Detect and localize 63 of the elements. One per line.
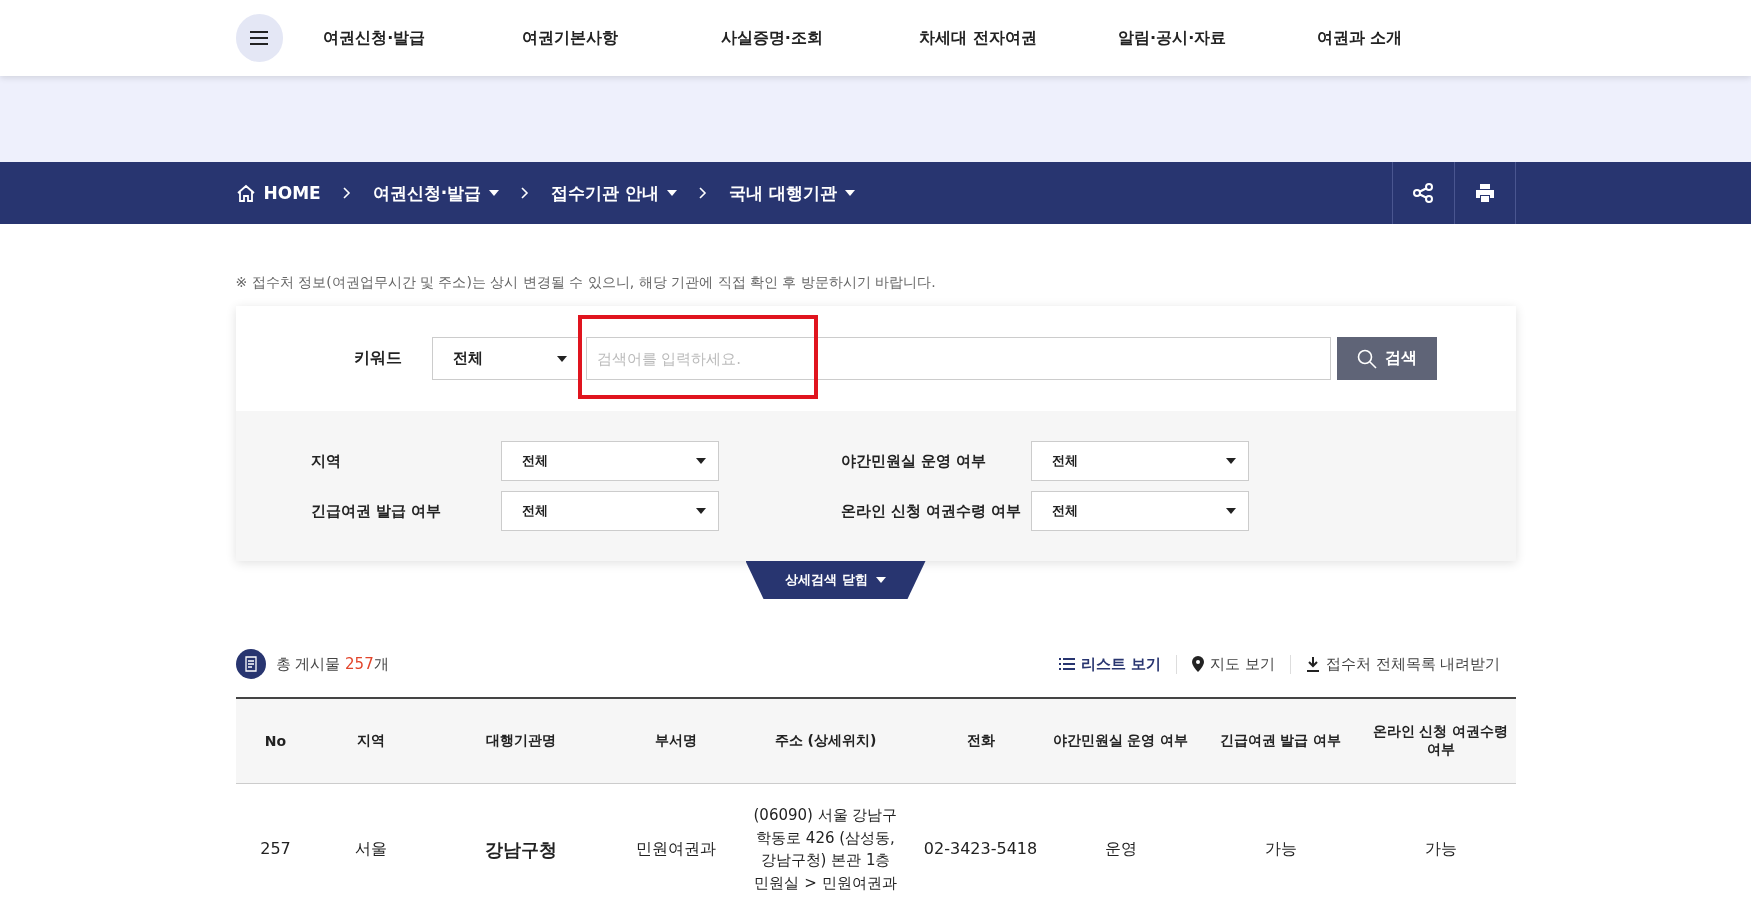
detail-search-toggle[interactable]: 상세검색 닫힘 [745, 561, 926, 599]
filter-label: 지역 [310, 451, 342, 471]
search-field[interactable]: 검색어를 입력하세요. [585, 337, 1331, 380]
table-cell: 257 [235, 783, 316, 911]
map-pin-icon [1192, 656, 1205, 672]
nav-link[interactable]: 여권과 소개 [1316, 27, 1516, 49]
share-icon [1412, 182, 1434, 204]
document-icon [235, 649, 266, 679]
chevron-icon [342, 187, 351, 199]
table-cell: 운영 [1045, 783, 1196, 911]
column-header: 야간민원실 운영 여부 [1045, 698, 1196, 784]
search-icon [1356, 348, 1377, 369]
view-link[interactable]: 리스트 보기 [1043, 654, 1177, 674]
table-cell: 강남구청 [425, 783, 616, 911]
filter-dropdown[interactable]: 전체 [1030, 491, 1249, 531]
filter-dropdown[interactable]: 전체 [1030, 441, 1249, 481]
list-icon [1058, 658, 1075, 670]
view-link[interactable]: 지도 보기 [1176, 654, 1290, 674]
breadcrumb-link[interactable]: 국내 대행기관 [729, 181, 856, 205]
home-icon [235, 184, 256, 202]
breadcrumb-link[interactable]: 접수기관 안내 [551, 181, 678, 205]
notice-text: ※ 접수처 정보(여권업무시간 및 주소)는 상시 변경될 수 있으니, 해당 기관에 직접 확인 후 방문하시기 바랍니다. [235, 274, 937, 292]
table-cell: (06090) 서울 강남구 학동로 426 (삼성동, 강남구청) 본관 1층 민원실 > 민원여권과 [735, 783, 916, 911]
scope-dropdown[interactable]: 전체 [431, 337, 580, 380]
filter-label: 온라인 신청 여권수령 여부 [840, 501, 1023, 521]
printer-icon [1473, 182, 1496, 204]
breadcrumb-link[interactable]: HOME [235, 183, 321, 203]
breadcrumb-link[interactable]: 여권신청·발급 [372, 181, 500, 205]
table-cell: 민원여권과 [615, 783, 736, 911]
nav-link[interactable]: 차세대 전자여권 [919, 27, 1119, 49]
nav-link[interactable]: 알림·공시·자료 [1118, 27, 1317, 49]
column-header: 대행기관명 [425, 698, 616, 784]
filter-label: 야간민원실 운영 여부 [840, 451, 987, 471]
nav-link[interactable]: 사실증명·조회 [720, 27, 920, 49]
print-button[interactable] [1453, 162, 1516, 224]
column-header: 지역 [315, 698, 426, 784]
post-count: 총 게시물 257개 [275, 654, 389, 674]
caret-icon [845, 190, 856, 196]
menu-button[interactable] [235, 14, 284, 62]
caret-icon [489, 190, 500, 196]
column-header: 부서명 [615, 698, 736, 784]
search-button[interactable]: 검색 [1336, 337, 1437, 380]
column-header: 긴급여권 발급 여부 [1195, 698, 1366, 784]
column-header: No [235, 698, 316, 784]
download-icon [1305, 656, 1320, 672]
chevron-icon [521, 187, 530, 199]
nav-link[interactable]: 여권신청·발급 [323, 27, 522, 49]
filter-dropdown[interactable]: 전체 [500, 441, 719, 481]
chevron-icon [699, 187, 708, 199]
column-header: 전화 [915, 698, 1046, 784]
column-header: 주소 (상세위치) [735, 698, 916, 784]
table-cell: 가능 [1195, 783, 1366, 911]
filter-dropdown[interactable]: 전체 [500, 491, 719, 531]
table-cell: 서울 [315, 783, 426, 911]
view-link[interactable]: 접수처 전체목록 내려받기 [1289, 654, 1516, 674]
nav-link[interactable]: 여권기본사항 [521, 27, 721, 49]
table-cell: 02-3423-5418 [915, 783, 1046, 911]
column-header: 온라인 신청 여권수령 여부 [1365, 698, 1516, 784]
menu-icon [250, 31, 269, 45]
caret-icon [667, 190, 678, 196]
filter-label: 긴급여권 발급 여부 [310, 501, 442, 521]
keyword-label: 키워드 [353, 348, 403, 369]
table-cell: 가능 [1365, 783, 1516, 911]
